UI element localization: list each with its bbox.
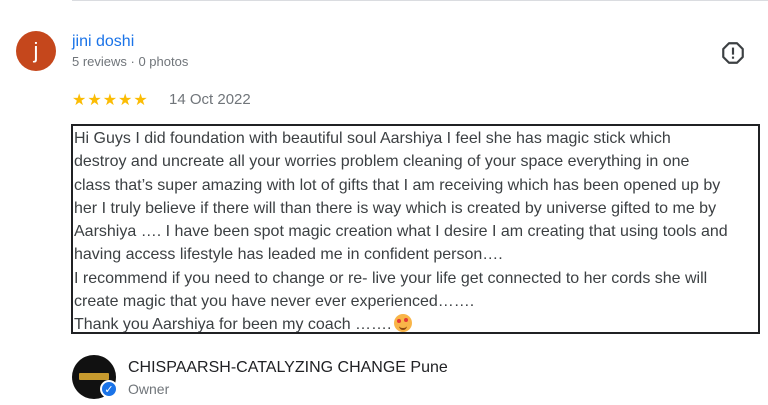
star-icon: ★ — [72, 90, 87, 109]
review-line: create magic that you have never ever ex… — [74, 293, 475, 311]
review-date: 14 Oct 2022 — [169, 91, 251, 108]
reviewer-name-link[interactable]: jini doshi — [72, 33, 134, 51]
avatar-letter: j — [33, 38, 39, 63]
smiling-face-with-hearts-icon — [394, 314, 413, 332]
review-line: Hi Guys I did foundation with beautiful … — [74, 130, 671, 147]
review-line: destroy and uncreate all your worries pr… — [74, 153, 690, 171]
star-icon: ★ — [133, 90, 148, 109]
report-icon — [722, 42, 744, 64]
review-line: I recommend if you need to change or re-… — [74, 269, 708, 287]
review-line: her I truly believe if there will than t… — [74, 199, 717, 217]
logo-emblem — [79, 373, 109, 380]
owner-name: CHISPAARSH-CATALYZING CHANGE Pune — [128, 359, 448, 376]
reviewer-avatar[interactable]: j — [16, 31, 56, 71]
star-icon: ★ — [118, 90, 133, 109]
review-line: class that’s super amazing with lot of g… — [74, 176, 721, 194]
review-text: Hi Guys I did foundation with beautiful … — [71, 124, 760, 334]
star-rating: ★ ★ ★ ★ ★ — [72, 92, 148, 108]
star-icon: ★ — [102, 90, 118, 109]
review-last-line: Thank you Aarshiya for been my coach ……. — [74, 313, 758, 334]
owner-role: Owner — [128, 381, 170, 397]
star-icon: ★ — [87, 90, 102, 109]
verified-check-icon: ✓ — [100, 380, 118, 398]
report-review-button[interactable] — [720, 40, 746, 66]
top-divider — [72, 0, 768, 1]
review-line: Thank you Aarshiya for been my coach ……. — [74, 316, 392, 334]
review-line: Aarshiya …. I have been spot magic creat… — [74, 223, 728, 241]
reviewer-stats: 5 reviews · 0 photos — [72, 54, 189, 69]
review-line: having access lifestyle has leaded me in… — [74, 246, 503, 264]
